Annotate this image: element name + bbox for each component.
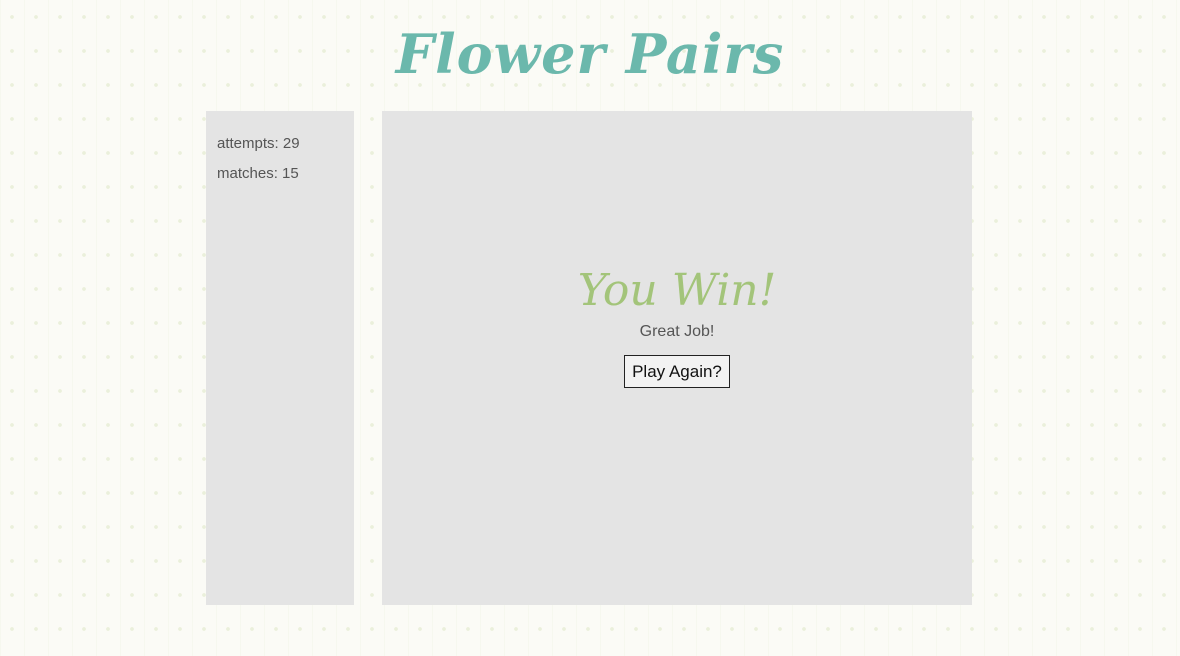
attempts-value: 29 (282, 135, 300, 152)
win-message: Great Job! (639, 323, 715, 340)
matches-stat: matches: 15 (217, 159, 354, 189)
attempts-label: attempts: (217, 135, 279, 152)
page-title: Flower Pairs (395, 22, 785, 86)
win-panel: You Win! Great Job! Play Again? (382, 263, 972, 388)
matches-label: matches: (217, 165, 278, 182)
win-heading: You Win! (577, 265, 777, 316)
matches-value: 15 (282, 165, 299, 182)
stats-panel: attempts: 29 matches: 15 (206, 111, 354, 605)
game-board: You Win! Great Job! Play Again? (382, 111, 972, 605)
play-again-button[interactable]: Play Again? (624, 355, 730, 388)
attempts-stat: attempts: 29 (217, 129, 354, 159)
